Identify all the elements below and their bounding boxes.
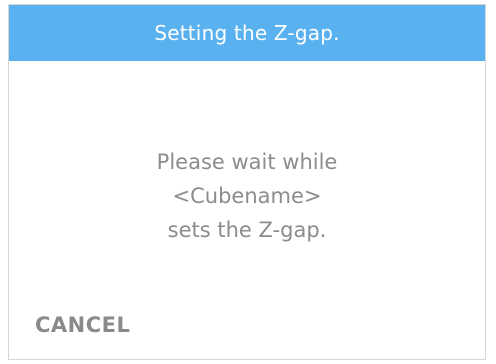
z-gap-dialog: Setting the Z-gap. Please wait while <Cu… (8, 4, 486, 360)
message-line-cubename: <Cubename> (172, 184, 322, 208)
dialog-message: Please wait while <Cubename> sets the Z-… (9, 145, 485, 247)
dialog-title: Setting the Z-gap. (154, 21, 340, 45)
dialog-header: Setting the Z-gap. (9, 5, 485, 61)
message-line-wait: Please wait while (156, 150, 338, 174)
message-line-action: sets the Z-gap. (167, 218, 327, 242)
cancel-button[interactable]: CANCEL (35, 313, 130, 337)
